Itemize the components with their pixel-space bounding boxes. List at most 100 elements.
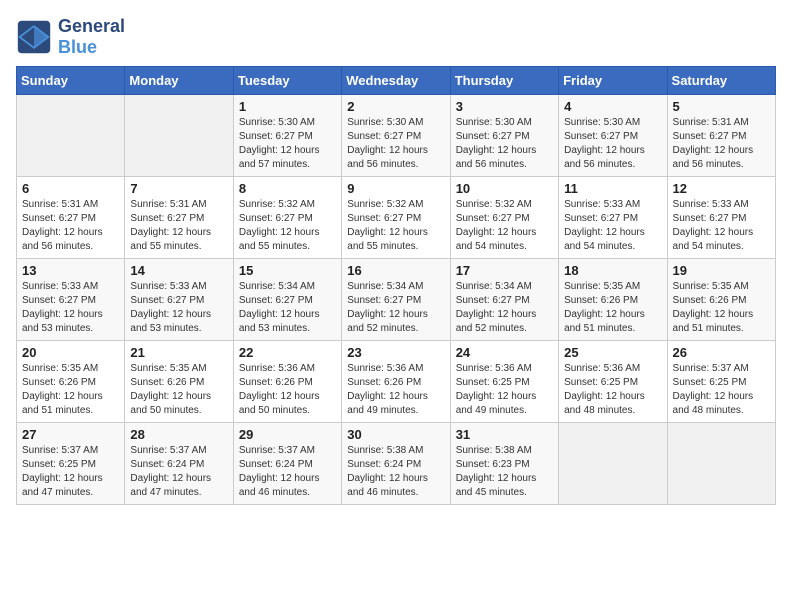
day-info: Sunrise: 5:31 AM Sunset: 6:27 PM Dayligh… bbox=[130, 198, 227, 254]
weekday-header: Thursday bbox=[450, 67, 558, 95]
logo: General Blue bbox=[16, 16, 125, 58]
day-number: 16 bbox=[347, 263, 444, 278]
calendar-cell: 29Sunrise: 5:37 AM Sunset: 6:24 PM Dayli… bbox=[233, 423, 341, 505]
day-info: Sunrise: 5:36 AM Sunset: 6:26 PM Dayligh… bbox=[347, 362, 444, 418]
day-info: Sunrise: 5:32 AM Sunset: 6:27 PM Dayligh… bbox=[239, 198, 336, 254]
day-number: 22 bbox=[239, 345, 336, 360]
calendar-cell: 5 Sunrise: 5:31 AM Sunset: 6:27 PM Daylig… bbox=[667, 95, 775, 177]
weekday-header: Saturday bbox=[667, 67, 775, 95]
day-info: Sunrise: 5:34 AM Sunset: 6:27 PM Dayligh… bbox=[347, 280, 444, 336]
calendar-cell: 19 Sunrise: 5:35 AM Sunset: 6:26 PM Dayli… bbox=[667, 259, 775, 341]
day-number: 20 bbox=[22, 345, 119, 360]
day-info: Sunrise: 5:33 AM Sunset: 6:27 PM Dayligh… bbox=[22, 280, 119, 336]
day-number: 12 bbox=[673, 181, 770, 196]
weekday-header: Monday bbox=[125, 67, 233, 95]
day-info: Sunrise: 5:35 AM Sunset: 6:26 PM Dayligh… bbox=[673, 280, 770, 336]
calendar-cell: 21Sunrise: 5:35 AM Sunset: 6:26 PM Dayli… bbox=[125, 341, 233, 423]
day-number: 4 bbox=[564, 99, 661, 114]
weekday-header: Friday bbox=[559, 67, 667, 95]
calendar-table: SundayMondayTuesdayWednesdayThursdayFrid… bbox=[16, 66, 776, 505]
calendar-week-row: 1 Sunrise: 5:30 AM Sunset: 6:27 PM Daylig… bbox=[17, 95, 776, 177]
calendar-body: 1 Sunrise: 5:30 AM Sunset: 6:27 PM Daylig… bbox=[17, 95, 776, 505]
calendar-cell bbox=[17, 95, 125, 177]
calendar-cell: 1 Sunrise: 5:30 AM Sunset: 6:27 PM Daylig… bbox=[233, 95, 341, 177]
calendar-cell: 17Sunrise: 5:34 AM Sunset: 6:27 PM Dayli… bbox=[450, 259, 558, 341]
calendar-week-row: 27 Sunrise: 5:37 AM Sunset: 6:25 PM Dayli… bbox=[17, 423, 776, 505]
day-number: 26 bbox=[673, 345, 770, 360]
calendar-header: SundayMondayTuesdayWednesdayThursdayFrid… bbox=[17, 67, 776, 95]
day-info: Sunrise: 5:38 AM Sunset: 6:23 PM Dayligh… bbox=[456, 444, 553, 500]
day-info: Sunrise: 5:35 AM Sunset: 6:26 PM Dayligh… bbox=[564, 280, 661, 336]
day-info: Sunrise: 5:37 AM Sunset: 6:25 PM Dayligh… bbox=[673, 362, 770, 418]
calendar-cell: 3Sunrise: 5:30 AM Sunset: 6:27 PM Daylig… bbox=[450, 95, 558, 177]
logo-text: General Blue bbox=[58, 16, 125, 58]
day-number: 3 bbox=[456, 99, 553, 114]
day-number: 25 bbox=[564, 345, 661, 360]
day-info: Sunrise: 5:30 AM Sunset: 6:27 PM Dayligh… bbox=[347, 116, 444, 172]
calendar-cell: 13 Sunrise: 5:33 AM Sunset: 6:27 PM Dayli… bbox=[17, 259, 125, 341]
day-number: 19 bbox=[673, 263, 770, 278]
calendar-cell: 31 Sunrise: 5:38 AM Sunset: 6:23 PM Dayli… bbox=[450, 423, 558, 505]
day-info: Sunrise: 5:31 AM Sunset: 6:27 PM Dayligh… bbox=[22, 198, 119, 254]
logo-icon bbox=[16, 19, 52, 55]
day-info: Sunrise: 5:33 AM Sunset: 6:27 PM Dayligh… bbox=[673, 198, 770, 254]
day-number: 5 bbox=[673, 99, 770, 114]
day-number: 31 bbox=[456, 427, 553, 442]
calendar-cell: 27 Sunrise: 5:37 AM Sunset: 6:25 PM Dayli… bbox=[17, 423, 125, 505]
weekday-header: Tuesday bbox=[233, 67, 341, 95]
calendar-cell: 18Sunrise: 5:35 AM Sunset: 6:26 PM Dayli… bbox=[559, 259, 667, 341]
calendar-cell: 23Sunrise: 5:36 AM Sunset: 6:26 PM Dayli… bbox=[342, 341, 450, 423]
calendar-cell: 22 Sunrise: 5:36 AM Sunset: 6:26 PM Dayli… bbox=[233, 341, 341, 423]
calendar-cell bbox=[125, 95, 233, 177]
calendar-cell: 7Sunrise: 5:31 AM Sunset: 6:27 PM Daylig… bbox=[125, 177, 233, 259]
calendar-cell: 2 Sunrise: 5:30 AM Sunset: 6:27 PM Daylig… bbox=[342, 95, 450, 177]
day-info: Sunrise: 5:36 AM Sunset: 6:25 PM Dayligh… bbox=[456, 362, 553, 418]
calendar-cell bbox=[559, 423, 667, 505]
calendar-cell: 25Sunrise: 5:36 AM Sunset: 6:25 PM Dayli… bbox=[559, 341, 667, 423]
day-info: Sunrise: 5:35 AM Sunset: 6:26 PM Dayligh… bbox=[22, 362, 119, 418]
day-number: 27 bbox=[22, 427, 119, 442]
day-info: Sunrise: 5:30 AM Sunset: 6:27 PM Dayligh… bbox=[239, 116, 336, 172]
day-info: Sunrise: 5:32 AM Sunset: 6:27 PM Dayligh… bbox=[456, 198, 553, 254]
weekday-header: Sunday bbox=[17, 67, 125, 95]
day-info: Sunrise: 5:38 AM Sunset: 6:24 PM Dayligh… bbox=[347, 444, 444, 500]
day-number: 28 bbox=[130, 427, 227, 442]
day-info: Sunrise: 5:35 AM Sunset: 6:26 PM Dayligh… bbox=[130, 362, 227, 418]
day-info: Sunrise: 5:36 AM Sunset: 6:26 PM Dayligh… bbox=[239, 362, 336, 418]
calendar-cell: 14 Sunrise: 5:33 AM Sunset: 6:27 PM Dayli… bbox=[125, 259, 233, 341]
day-info: Sunrise: 5:37 AM Sunset: 6:24 PM Dayligh… bbox=[130, 444, 227, 500]
day-number: 14 bbox=[130, 263, 227, 278]
calendar-cell: 26 Sunrise: 5:37 AM Sunset: 6:25 PM Dayli… bbox=[667, 341, 775, 423]
calendar-cell: 4 Sunrise: 5:30 AM Sunset: 6:27 PM Daylig… bbox=[559, 95, 667, 177]
day-number: 13 bbox=[22, 263, 119, 278]
page-header: General Blue bbox=[16, 16, 776, 58]
day-number: 8 bbox=[239, 181, 336, 196]
calendar-week-row: 13 Sunrise: 5:33 AM Sunset: 6:27 PM Dayli… bbox=[17, 259, 776, 341]
calendar-cell: 16 Sunrise: 5:34 AM Sunset: 6:27 PM Dayli… bbox=[342, 259, 450, 341]
day-info: Sunrise: 5:32 AM Sunset: 6:27 PM Dayligh… bbox=[347, 198, 444, 254]
day-info: Sunrise: 5:34 AM Sunset: 6:27 PM Dayligh… bbox=[456, 280, 553, 336]
day-number: 24 bbox=[456, 345, 553, 360]
day-number: 9 bbox=[347, 181, 444, 196]
calendar-cell: 6Sunrise: 5:31 AM Sunset: 6:27 PM Daylig… bbox=[17, 177, 125, 259]
day-number: 2 bbox=[347, 99, 444, 114]
calendar-week-row: 20 Sunrise: 5:35 AM Sunset: 6:26 PM Dayli… bbox=[17, 341, 776, 423]
calendar-cell: 12 Sunrise: 5:33 AM Sunset: 6:27 PM Dayli… bbox=[667, 177, 775, 259]
weekday-header: Wednesday bbox=[342, 67, 450, 95]
calendar-cell: 24 Sunrise: 5:36 AM Sunset: 6:25 PM Dayli… bbox=[450, 341, 558, 423]
day-info: Sunrise: 5:33 AM Sunset: 6:27 PM Dayligh… bbox=[564, 198, 661, 254]
calendar-cell: 11 Sunrise: 5:33 AM Sunset: 6:27 PM Dayli… bbox=[559, 177, 667, 259]
day-number: 15 bbox=[239, 263, 336, 278]
day-number: 1 bbox=[239, 99, 336, 114]
day-info: Sunrise: 5:37 AM Sunset: 6:25 PM Dayligh… bbox=[22, 444, 119, 500]
day-info: Sunrise: 5:31 AM Sunset: 6:27 PM Dayligh… bbox=[673, 116, 770, 172]
day-info: Sunrise: 5:33 AM Sunset: 6:27 PM Dayligh… bbox=[130, 280, 227, 336]
calendar-cell: 20 Sunrise: 5:35 AM Sunset: 6:26 PM Dayli… bbox=[17, 341, 125, 423]
day-number: 11 bbox=[564, 181, 661, 196]
calendar-cell: 15 Sunrise: 5:34 AM Sunset: 6:27 PM Dayli… bbox=[233, 259, 341, 341]
calendar-cell: 8 Sunrise: 5:32 AM Sunset: 6:27 PM Daylig… bbox=[233, 177, 341, 259]
day-info: Sunrise: 5:34 AM Sunset: 6:27 PM Dayligh… bbox=[239, 280, 336, 336]
day-number: 10 bbox=[456, 181, 553, 196]
day-info: Sunrise: 5:30 AM Sunset: 6:27 PM Dayligh… bbox=[564, 116, 661, 172]
calendar-cell: 10 Sunrise: 5:32 AM Sunset: 6:27 PM Dayli… bbox=[450, 177, 558, 259]
